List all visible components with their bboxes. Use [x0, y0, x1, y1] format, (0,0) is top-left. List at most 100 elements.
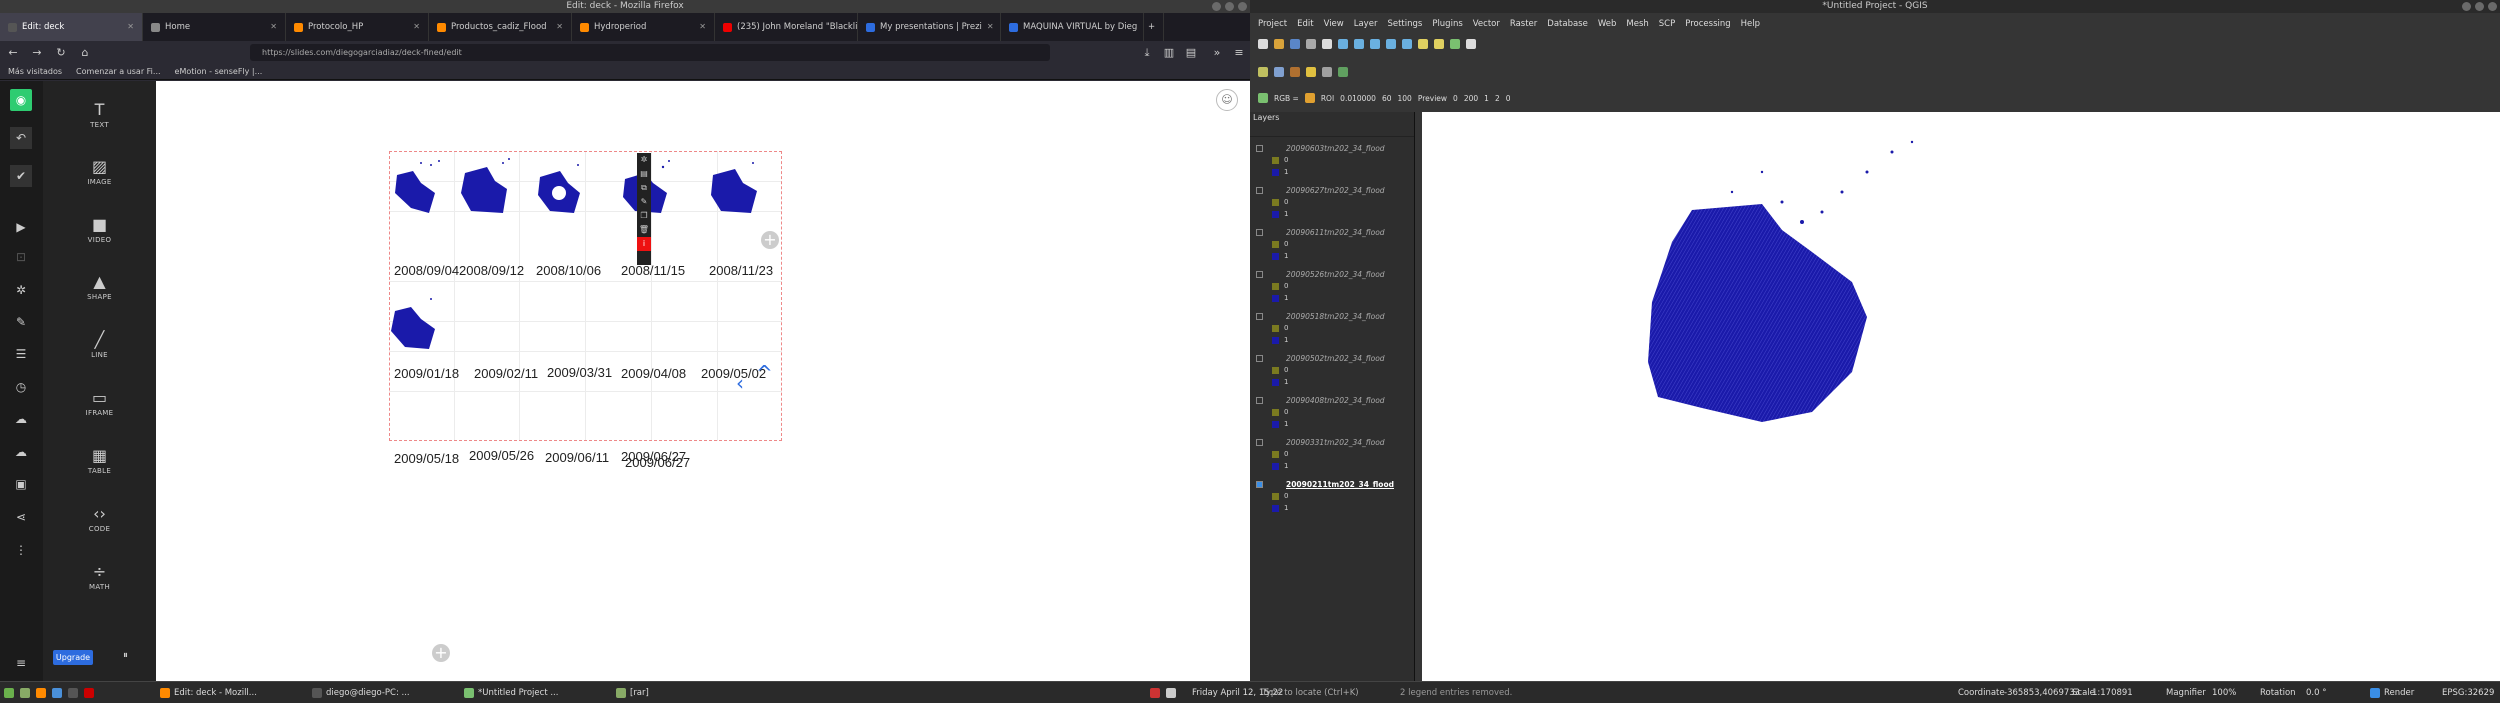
- date-label[interactable]: 2008/09/04: [394, 263, 459, 278]
- zoom-selection-icon[interactable]: [1402, 39, 1412, 49]
- date-label[interactable]: 2008/11/15: [621, 263, 685, 278]
- edit-icon[interactable]: ▤: [637, 167, 651, 181]
- band3-field[interactable]: 0: [1506, 94, 1511, 103]
- menu-icon[interactable]: ≡: [1232, 46, 1246, 59]
- style-brush-icon[interactable]: ✎: [10, 311, 32, 333]
- date-label[interactable]: 2008/09/12: [459, 263, 524, 278]
- tab-productos[interactable]: Productos_cadiz_Flood ✕: [429, 13, 572, 41]
- identify-icon[interactable]: [1434, 39, 1444, 49]
- menu-edit[interactable]: Edit: [1297, 16, 1313, 32]
- share-icon[interactable]: ⋖: [10, 506, 32, 528]
- scp-icon[interactable]: [1258, 93, 1268, 103]
- render-checkbox[interactable]: Render: [2370, 685, 2414, 701]
- back-icon[interactable]: ←: [6, 46, 20, 59]
- minimize-button[interactable]: [2462, 2, 2471, 11]
- menu-processing[interactable]: Processing: [1685, 16, 1730, 32]
- layer-item[interactable]: 20090331tm202_34_flood: [1256, 438, 1385, 447]
- layer-item[interactable]: 20090211tm202_34_flood: [1256, 480, 1394, 489]
- cloud-download-icon[interactable]: ☁: [10, 441, 32, 463]
- date-label[interactable]: 2009/04/08: [621, 366, 686, 381]
- nav-left-chevron-icon[interactable]: ‹: [736, 371, 744, 395]
- add-raster-icon[interactable]: [1274, 67, 1284, 77]
- brush-icon[interactable]: ✎: [637, 195, 651, 209]
- slide-editor-canvas[interactable]: ☺ 2008/09/04 2008/09/12 2008/10/06 2008/…: [156, 81, 1250, 681]
- image-library-icon[interactable]: ▣: [10, 473, 32, 495]
- history-clock-icon[interactable]: ◷: [10, 376, 32, 398]
- lock-icon[interactable]: ⊡: [10, 246, 32, 268]
- layer-visibility-checkbox[interactable]: [1256, 397, 1263, 404]
- preview-button[interactable]: Preview: [1418, 94, 1447, 103]
- undo-icon[interactable]: ↶: [10, 127, 32, 149]
- layer-visibility-checkbox[interactable]: [1256, 271, 1263, 278]
- measure-icon[interactable]: [1450, 39, 1460, 49]
- date-label[interactable]: 2009/03/31: [547, 365, 612, 380]
- tab-edit-deck[interactable]: Edit: deck ✕: [0, 13, 143, 41]
- roi-icon[interactable]: [1304, 93, 1315, 103]
- pause-icon[interactable]: ⏸: [123, 650, 128, 661]
- edit-pencil-icon[interactable]: [1306, 67, 1316, 77]
- tab-maquina[interactable]: MAQUINA VIRTUAL by Dieg✕: [1001, 13, 1144, 41]
- band2-field[interactable]: 2: [1495, 94, 1500, 103]
- date-label[interactable]: 2009/02/11: [474, 366, 538, 381]
- arrange-icon[interactable]: ☰: [10, 343, 32, 365]
- flood-map-thumbnail[interactable]: [457, 153, 517, 218]
- start-menu-icon[interactable]: [4, 685, 14, 701]
- menu-project[interactable]: Project: [1258, 16, 1287, 32]
- bookmark-getting-started[interactable]: Comenzar a usar Fi...: [76, 67, 161, 76]
- close-tab-icon[interactable]: ✕: [556, 13, 563, 41]
- settings-gear-icon[interactable]: ✲: [637, 153, 651, 167]
- close-tab-icon[interactable]: ✕: [127, 13, 134, 41]
- menu-help[interactable]: Help: [1741, 16, 1760, 32]
- terminal-icon[interactable]: [68, 685, 78, 701]
- date-label[interactable]: 2008/11/23: [709, 263, 773, 278]
- print-layout-icon[interactable]: [1306, 39, 1316, 49]
- tab-youtube[interactable]: (235) John Moreland "Blacklis✕: [715, 13, 858, 41]
- crs-button[interactable]: EPSG:32629: [2442, 685, 2494, 701]
- bookmark-emotion[interactable]: eMotion - senseFly |...: [175, 67, 263, 76]
- menu-web[interactable]: Web: [1598, 16, 1617, 32]
- reload-icon[interactable]: ↻: [54, 46, 68, 59]
- tool-code[interactable]: ‹› CODE: [43, 503, 156, 533]
- more-vertical-icon[interactable]: ⋮: [10, 539, 32, 561]
- layer-visibility-checkbox[interactable]: [1256, 229, 1263, 236]
- menu-settings[interactable]: Settings: [1387, 16, 1422, 32]
- digitize-icon[interactable]: [1322, 67, 1332, 77]
- menu-scp[interactable]: SCP: [1659, 16, 1675, 32]
- collaborators-icon[interactable]: ☺: [1216, 89, 1238, 111]
- new-project-icon[interactable]: [1258, 39, 1268, 49]
- menu-layer[interactable]: Layer: [1354, 16, 1378, 32]
- coordinate-field[interactable]: -365853,4069733: [2004, 685, 2080, 701]
- taskbar-app-qgis[interactable]: *Untitled Project ...: [464, 685, 614, 701]
- menu-view[interactable]: View: [1324, 16, 1344, 32]
- menu-vector[interactable]: Vector: [1473, 16, 1500, 32]
- save-check-icon[interactable]: ✔: [10, 165, 32, 187]
- magnifier-field[interactable]: 100%: [2212, 685, 2236, 701]
- tool-table[interactable]: ▦ TABLE: [43, 445, 156, 475]
- flood-map-thumbnail[interactable]: [389, 289, 449, 354]
- menu-mesh[interactable]: Mesh: [1626, 16, 1648, 32]
- layer-visibility-checkbox[interactable]: [1256, 187, 1263, 194]
- duplicate-icon[interactable]: ❐: [637, 209, 651, 223]
- taskbar-app-rar[interactable]: [rar]: [616, 685, 736, 701]
- value2-field[interactable]: 200: [1464, 94, 1478, 103]
- open-project-icon[interactable]: [1274, 39, 1284, 49]
- slide[interactable]: 2008/09/04 2008/09/12 2008/10/06 2008/11…: [389, 151, 782, 470]
- annotation-icon[interactable]: [1466, 39, 1476, 49]
- tool-image[interactable]: ▨ IMAGE: [43, 156, 156, 186]
- maximize-button[interactable]: [2475, 2, 2484, 11]
- value1-field[interactable]: 0: [1453, 94, 1458, 103]
- band-field[interactable]: 1: [1484, 94, 1489, 103]
- scale-field[interactable]: 1:170891: [2092, 685, 2133, 701]
- date-label[interactable]: 2009/06/27: [625, 455, 690, 470]
- delete-trash-icon[interactable]: 🗑: [637, 223, 651, 237]
- close-tab-icon[interactable]: ✕: [987, 13, 994, 41]
- date-label[interactable]: 2009/05/26: [469, 448, 534, 463]
- tool-video[interactable]: ■ VIDEO: [43, 214, 156, 244]
- map-canvas[interactable]: [1422, 112, 2500, 681]
- tray-shield-icon[interactable]: [1150, 685, 1160, 701]
- tray-network-icon[interactable]: [1166, 685, 1176, 701]
- info-icon[interactable]: i: [637, 237, 651, 251]
- settings-gear-icon[interactable]: ✲: [10, 279, 32, 301]
- tool-text[interactable]: T TEXT: [43, 99, 156, 129]
- zoom-in-icon[interactable]: [1338, 39, 1348, 49]
